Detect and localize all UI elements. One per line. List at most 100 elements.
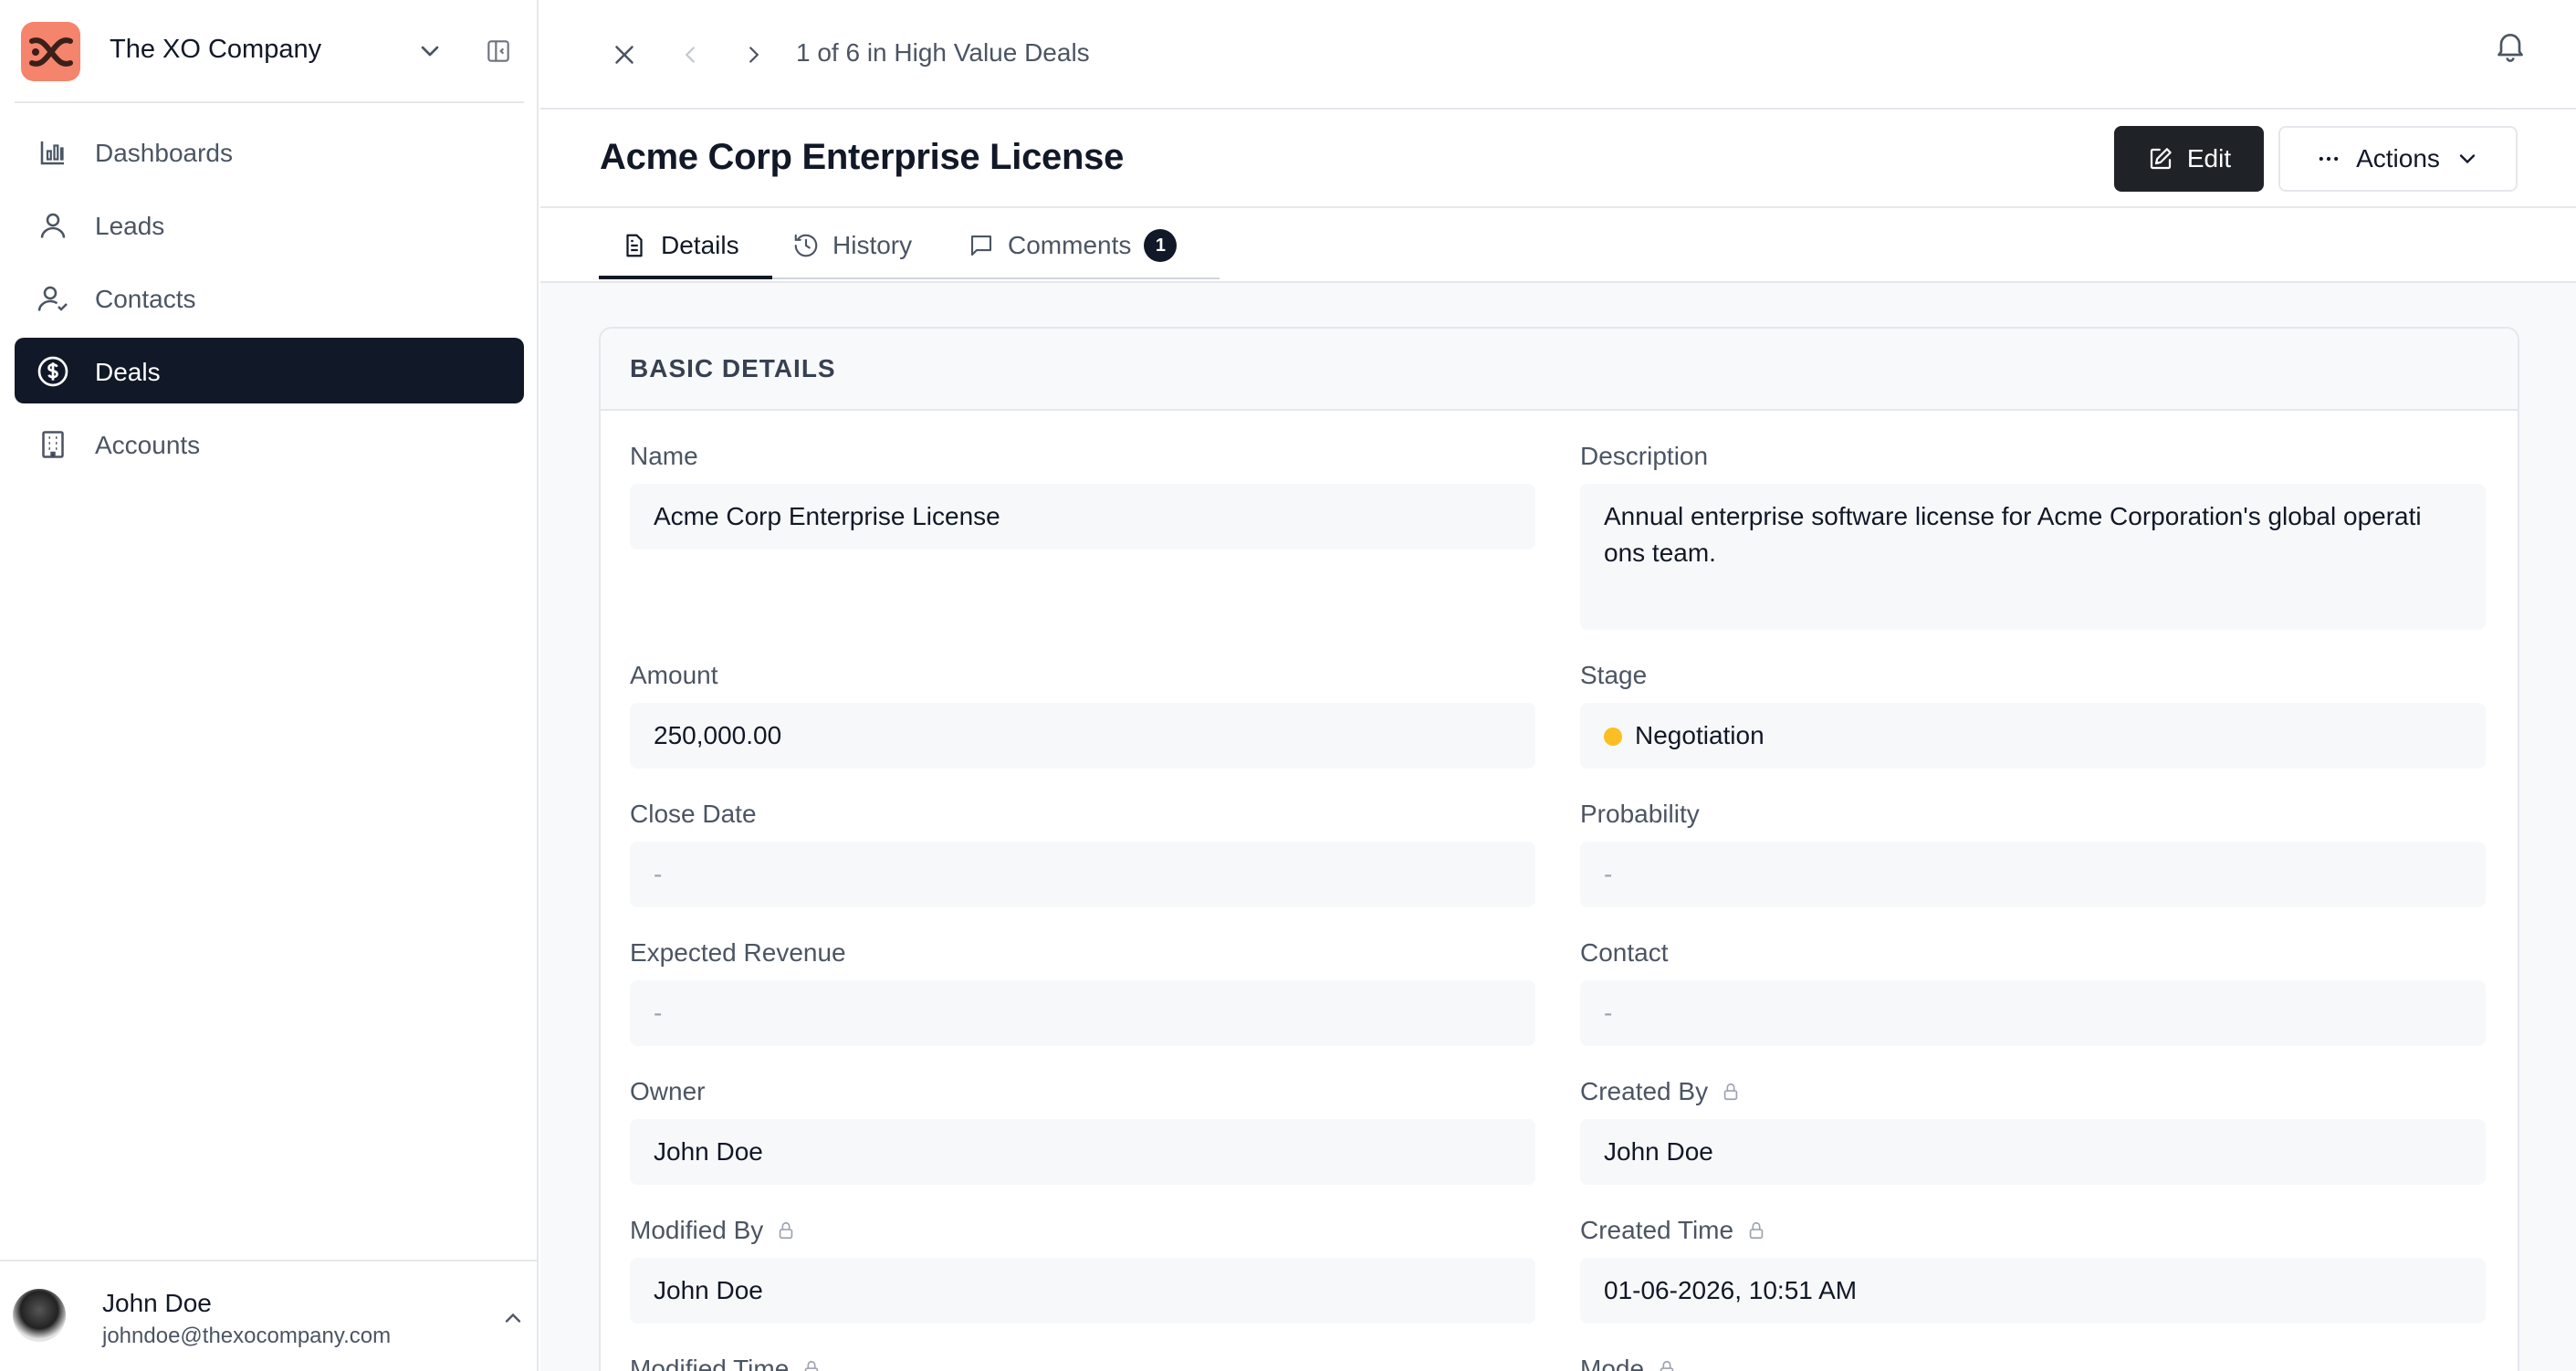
field-label-close-date: Close Date [630, 800, 757, 828]
field-value-expected-revenue: - [630, 980, 1535, 1046]
user-name: John Doe [102, 1289, 212, 1317]
sidebar-item-accounts[interactable]: Accounts [15, 411, 524, 476]
xo-logo-icon [28, 37, 73, 67]
active-tab-indicator [599, 276, 772, 279]
field-value-created-time: 01-06-2026, 10:51 AM [1580, 1258, 2486, 1324]
record-pager: 1 of 6 in High Value Deals [796, 38, 1090, 67]
user-email: johndoe@thexocompany.com [102, 1324, 392, 1348]
field-value-name: Acme Corp Enterprise License [630, 484, 1535, 549]
bar-chart-icon [40, 141, 64, 165]
sidebar-item-leads[interactable]: Leads [15, 192, 524, 257]
field-label-owner: Owner [630, 1077, 706, 1105]
edit-icon [2150, 148, 2172, 170]
label-text: Created Time [1580, 1216, 1734, 1244]
field-label-description: Description [1580, 442, 1709, 470]
field-value-close-date: - [630, 842, 1535, 907]
sidebar: The XO Company Dashboards Leads Contacts… [0, 0, 539, 1371]
sidebar-item-label: Contacts [95, 285, 196, 313]
field-value-owner: John Doe [630, 1119, 1535, 1185]
chevron-right-icon [749, 47, 759, 63]
sidebar-item-contacts[interactable]: Contacts [15, 265, 524, 330]
message-square-icon [970, 235, 992, 256]
chevron-down-icon[interactable] [415, 37, 445, 66]
close-button[interactable] [606, 37, 643, 73]
tab-details[interactable]: Details [621, 208, 739, 283]
user-check-icon [37, 286, 68, 311]
bell-icon[interactable] [2492, 27, 2529, 64]
lock-icon [1660, 1360, 1674, 1371]
record-content: BASIC DETAILS Name Acme Corp Enterprise … [540, 283, 2576, 1371]
sidebar-item-dashboards[interactable]: Dashboards [15, 119, 524, 184]
user-menu[interactable]: John Doe johndoe@thexocompany.com [0, 1260, 539, 1371]
stage-value: Negotiation [1635, 721, 1764, 749]
field-label-modified-time: Modified Time [630, 1355, 822, 1371]
field-value-description: Annual enterprise software license for A… [1580, 484, 2486, 630]
tab-label: History [832, 231, 913, 259]
main-panel: 1 of 6 in High Value Deals Acme Corp Ent… [540, 0, 2576, 1371]
chevron-left-icon [685, 47, 695, 63]
field-value-created-by: John Doe [1580, 1119, 2486, 1185]
sidebar-item-label: Deals [95, 358, 161, 386]
user-icon [40, 213, 66, 238]
dollar-circle-icon [37, 356, 68, 387]
file-text-icon [626, 234, 643, 257]
chevron-up-icon[interactable] [500, 1305, 526, 1331]
actions-button-label: Actions [2356, 144, 2440, 173]
label-text: Modified Time [630, 1355, 790, 1371]
sidebar-item-label: Dashboards [95, 139, 233, 167]
actions-button[interactable]: Actions [2278, 126, 2518, 192]
chevron-down-icon [2459, 154, 2476, 164]
field-label-amount: Amount [630, 661, 718, 689]
comments-count-badge: 1 [1144, 229, 1178, 262]
stage-status-dot [1604, 727, 1622, 746]
page-title: Acme Corp Enterprise License [600, 137, 1125, 177]
record-header: Acme Corp Enterprise License Edit Action… [540, 110, 2576, 208]
lock-icon [780, 1221, 793, 1240]
field-label-created-by: Created By [1580, 1077, 1741, 1106]
field-label-expected-revenue: Expected Revenue [630, 938, 846, 967]
record-tabs: Details History Comments 1 [540, 208, 2576, 283]
lock-icon [805, 1360, 819, 1371]
building-icon [42, 431, 64, 458]
previous-record-button[interactable] [672, 37, 708, 73]
field-label-modified-by: Modified By [630, 1216, 796, 1245]
field-value-stage: Negotiation [1580, 703, 2486, 769]
sidebar-item-label: Leads [95, 212, 165, 240]
section-header[interactable]: BASIC DETAILS [601, 329, 2518, 411]
sidebar-item-deals[interactable]: Deals [15, 338, 524, 403]
workspace-name: The XO Company [110, 35, 322, 64]
field-value-contact: - [1580, 980, 2486, 1046]
lock-icon [1749, 1221, 1764, 1240]
field-label-contact: Contact [1580, 938, 1669, 967]
avatar [13, 1289, 66, 1342]
workspace-switcher[interactable]: The XO Company [0, 0, 539, 102]
field-value-modified-by: John Doe [630, 1258, 1535, 1324]
basic-details-section: BASIC DETAILS Name Acme Corp Enterprise … [599, 327, 2519, 1371]
tab-label: Details [661, 231, 739, 259]
lock-icon [1723, 1083, 1738, 1101]
more-horizontal-icon [2319, 156, 2339, 162]
field-label-probability: Probability [1580, 800, 1700, 828]
label-text: Modified By [630, 1216, 764, 1244]
edit-button[interactable]: Edit [2114, 126, 2264, 192]
field-value-amount: 250,000.00 [630, 703, 1535, 769]
record-topbar: 1 of 6 in High Value Deals [540, 0, 2576, 110]
field-label-name: Name [630, 442, 698, 470]
history-icon [794, 234, 818, 257]
workspace-logo [21, 22, 80, 81]
divider [15, 101, 524, 103]
tab-label: Comments [1008, 231, 1132, 259]
tab-comments[interactable]: Comments 1 [968, 208, 1178, 283]
close-icon [615, 46, 634, 64]
label-text: Created By [1580, 1077, 1709, 1105]
sidebar-item-label: Accounts [95, 431, 201, 459]
tab-history[interactable]: History [792, 208, 912, 283]
field-value-probability: - [1580, 842, 2486, 907]
field-label-stage: Stage [1580, 661, 1648, 689]
field-label-created-time: Created Time [1580, 1216, 1766, 1245]
next-record-button[interactable] [736, 37, 772, 73]
label-text: Mode [1580, 1355, 1645, 1371]
field-label-mode: Mode [1580, 1355, 1677, 1371]
section-title: BASIC DETAILS [630, 354, 836, 382]
sidebar-collapse-icon[interactable] [484, 37, 513, 66]
